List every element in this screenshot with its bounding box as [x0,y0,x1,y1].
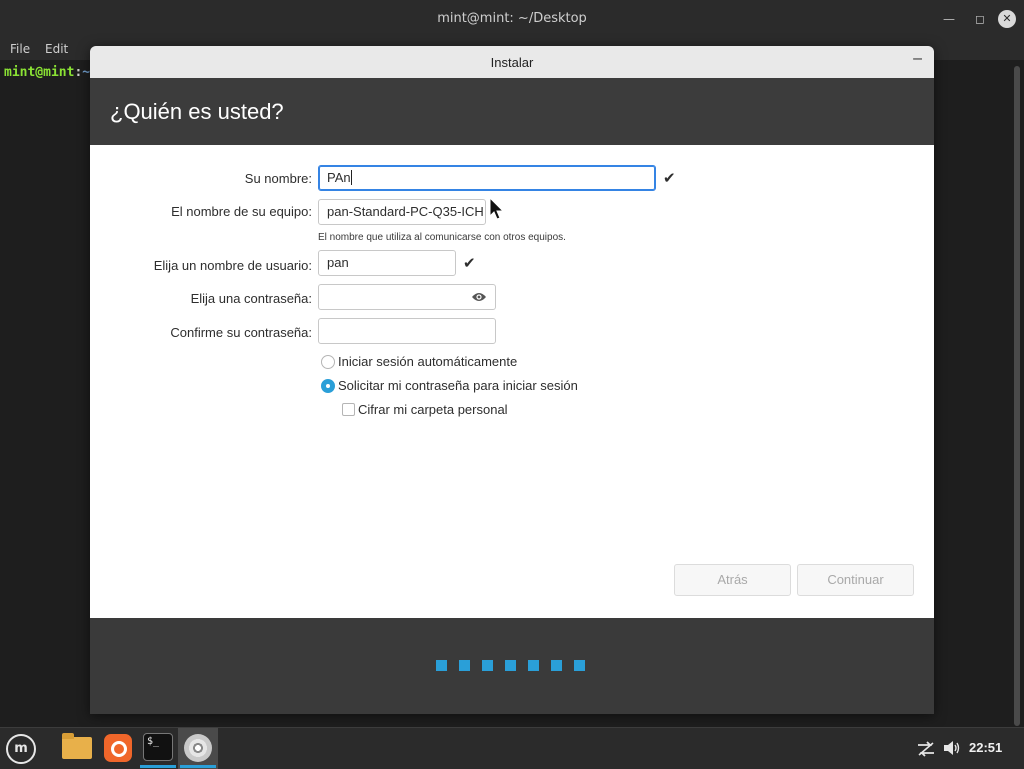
name-field[interactable]: PAn [318,165,656,191]
computer-name-label: El nombre de su equipo: [171,204,312,219]
installer-header: ¿Quién es usted? [90,78,934,145]
mouse-cursor-icon [489,197,505,220]
require-password-label[interactable]: Solicitar mi contraseña para iniciar ses… [338,378,578,393]
password-label: Elija una contraseña: [190,291,312,306]
network-icon[interactable] [916,741,936,757]
username-value: pan [327,255,349,270]
progress-step [574,660,585,671]
dvd-installer-icon[interactable] [184,734,212,762]
show-password-eye-icon[interactable] [471,291,487,303]
progress-step [528,660,539,671]
clock[interactable]: 22:51 [969,740,1002,755]
auto-login-radio[interactable] [321,355,335,369]
close-icon[interactable]: ✕ [998,10,1016,28]
minimize-icon[interactable]: – [913,50,922,68]
terminal-title: mint@mint: ~/Desktop [437,11,587,26]
name-value: PAn [327,170,351,185]
terminal-prompt: mint@mint:~ [4,65,90,80]
installer-titlebar[interactable]: Instalar – [90,46,934,78]
computer-name-hint: El nombre que utiliza al comunicarse con… [318,232,566,243]
progress-step [459,660,470,671]
confirm-password-field[interactable] [318,318,496,344]
installer-footer [90,618,934,714]
volume-icon[interactable] [943,740,961,756]
terminal-icon[interactable]: $_ [143,733,173,761]
confirm-password-label: Confirme su contraseña: [170,325,312,340]
page-title: ¿Quién es usted? [110,99,284,124]
progress-step [505,660,516,671]
progress-step [551,660,562,671]
minimize-icon[interactable]: — [940,10,958,28]
computer-name-field[interactable]: pan-Standard-PC-Q35-ICH [318,199,486,225]
username-label: Elija un nombre de usuario: [153,258,312,273]
progress-step [482,660,493,671]
text-caret [350,170,352,185]
firefox-icon[interactable] [104,734,132,762]
maximize-icon[interactable]: ◻ [971,10,989,28]
menu-file[interactable]: File [10,42,30,56]
require-password-radio[interactable] [321,379,335,393]
auto-login-label[interactable]: Iniciar sesión automáticamente [338,354,517,369]
encrypt-home-label[interactable]: Cifrar mi carpeta personal [358,402,508,417]
computer-name-value: pan-Standard-PC-Q35-ICH [327,204,484,219]
files-icon[interactable] [62,733,92,759]
terminal-scrollbar[interactable] [1014,66,1020,726]
encrypt-home-checkbox[interactable] [342,403,355,416]
password-field[interactable] [318,284,496,310]
installer-dialog: Instalar – ¿Quién es usted? Su nombre: P… [90,46,934,714]
taskbar: m $_ 22:51 [0,727,1024,769]
mint-menu-icon[interactable]: m [6,734,36,764]
progress-step [436,660,447,671]
back-button[interactable]: Atrás [674,564,791,596]
installer-window-title: Instalar [490,55,534,70]
continue-button[interactable]: Continuar [797,564,914,596]
name-valid-check-icon: ✔ [663,170,676,187]
name-label: Su nombre: [244,171,312,186]
username-field[interactable]: pan [318,250,456,276]
prompt-path: ~ [82,65,91,80]
prompt-user: mint@mint [4,65,75,80]
installer-content: Su nombre: PAn ✔ El nombre de su equipo:… [90,145,934,618]
username-valid-check-icon: ✔ [463,255,476,272]
menu-edit[interactable]: Edit [45,42,68,56]
terminal-titlebar[interactable]: mint@mint: ~/Desktop — ◻ ✕ [0,0,1024,38]
